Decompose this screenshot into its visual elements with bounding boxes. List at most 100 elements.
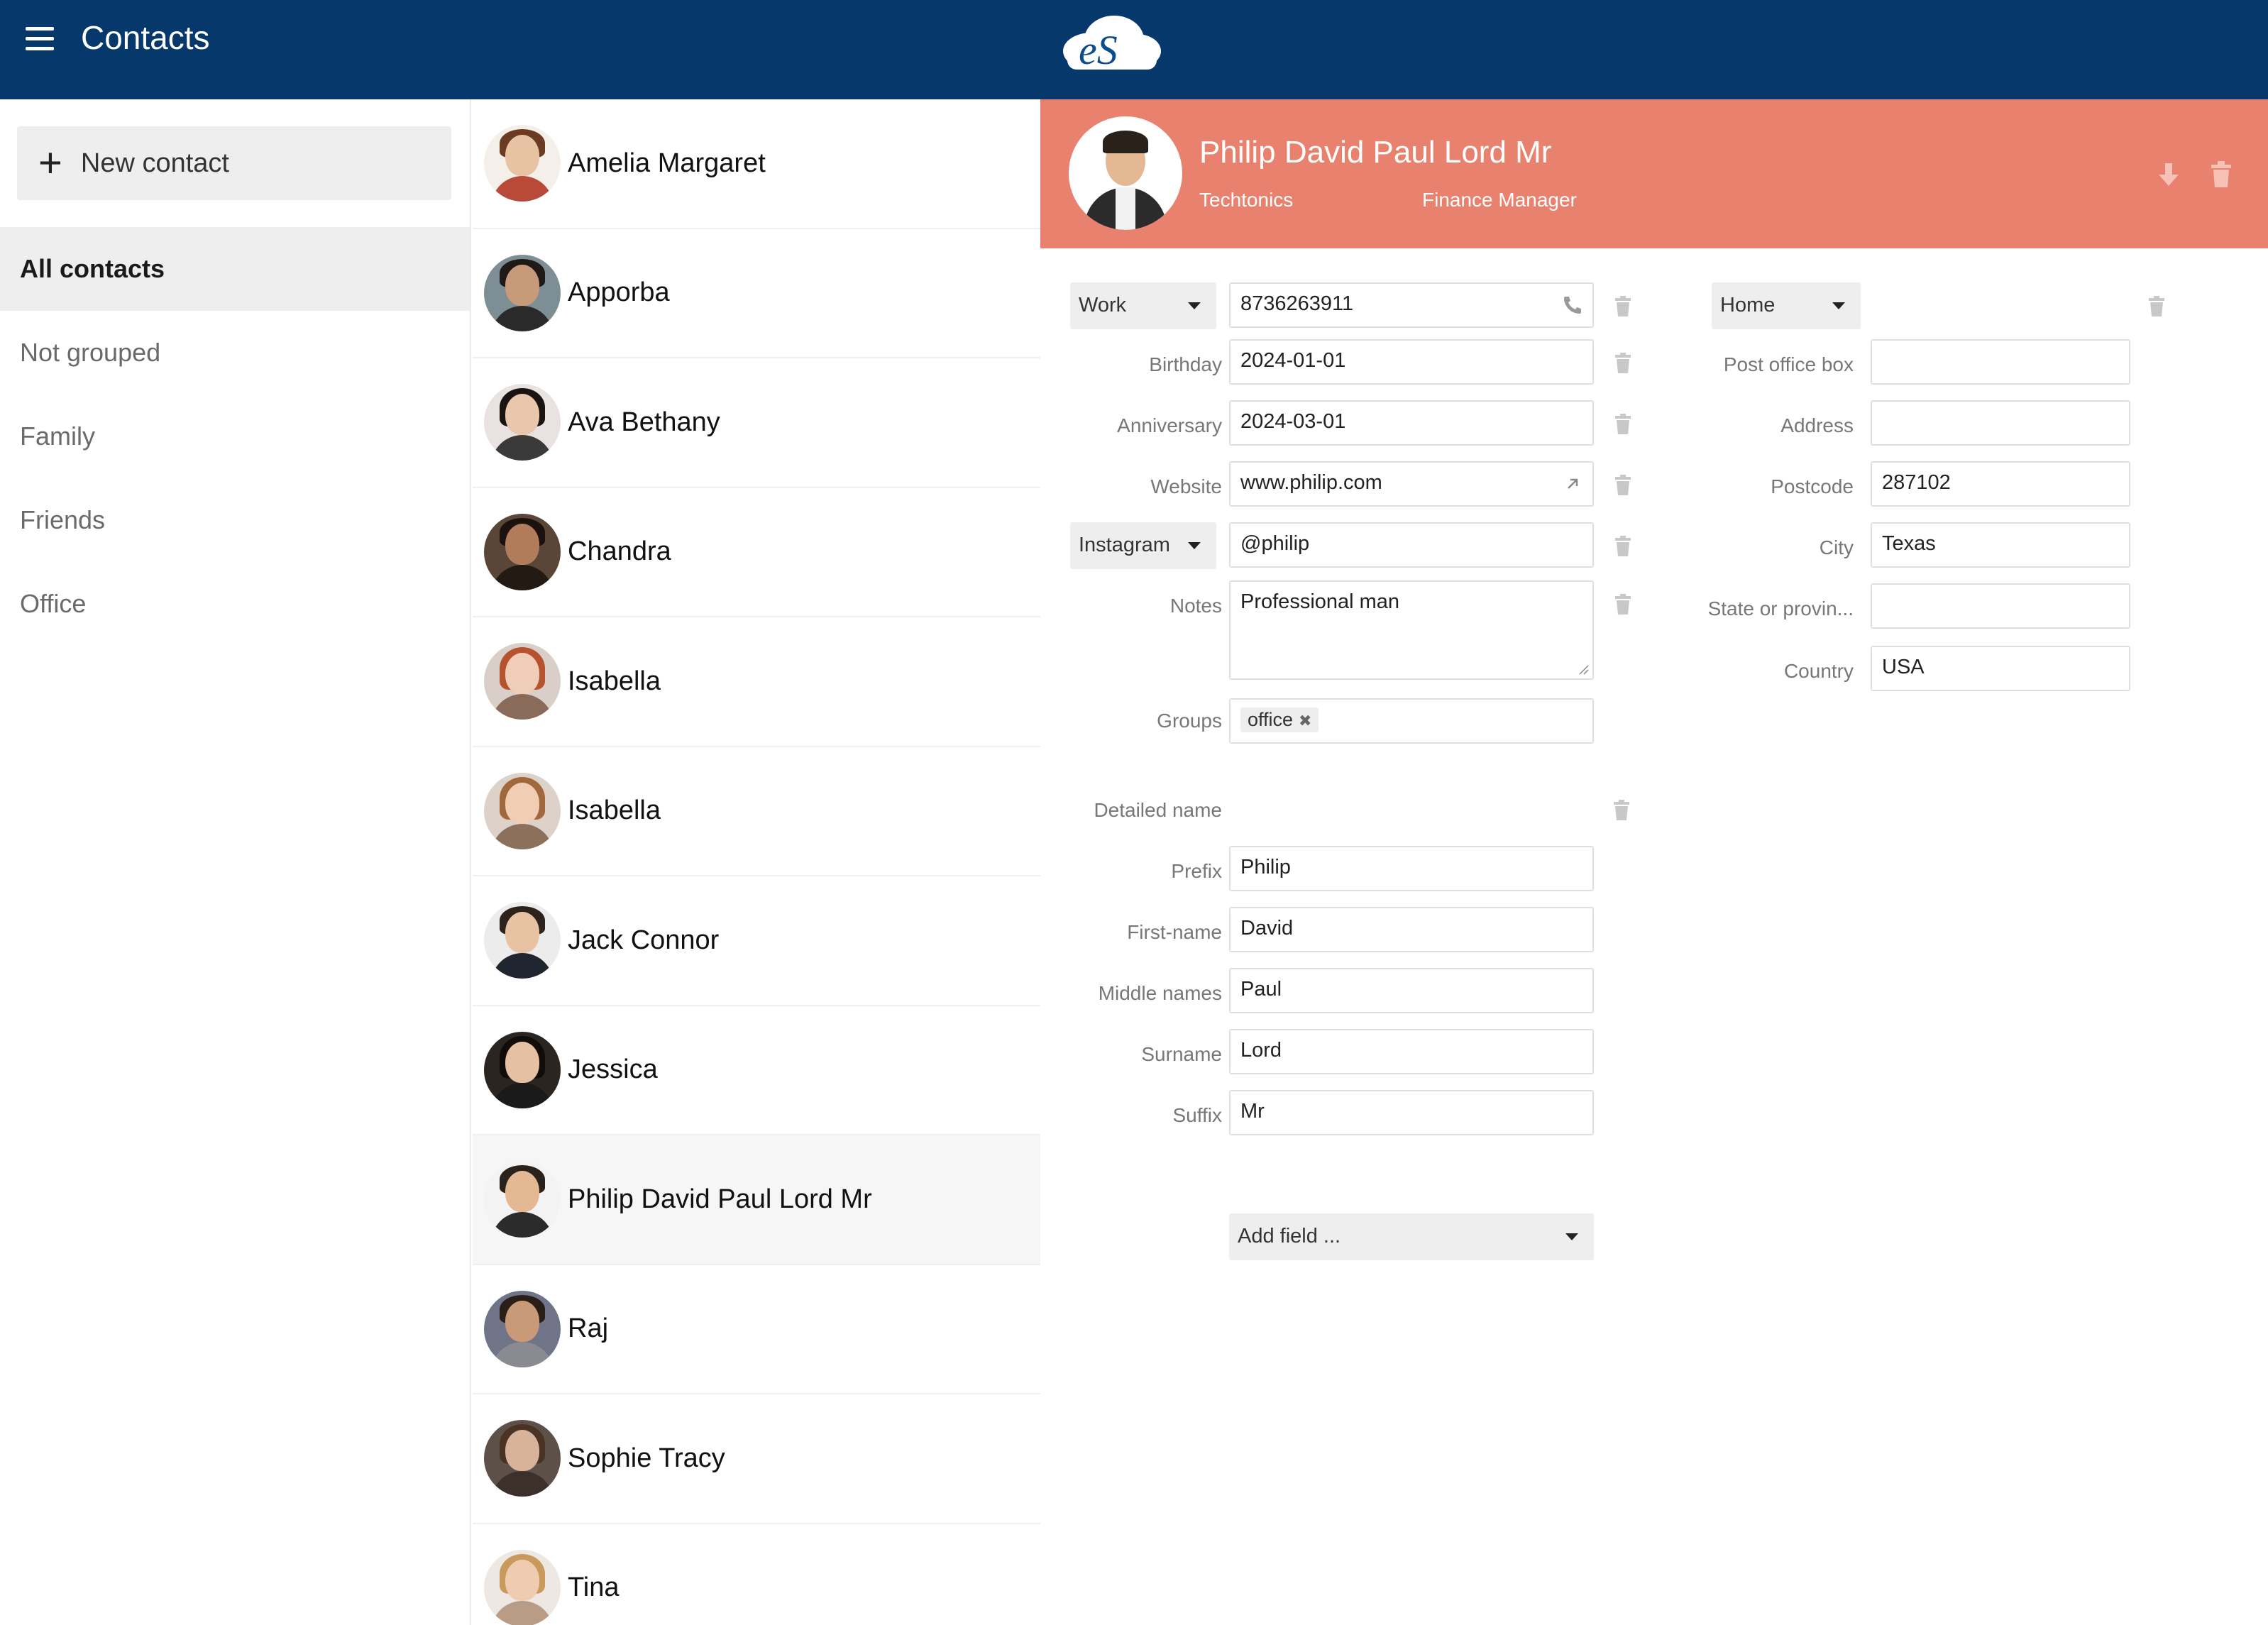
plus-icon: + xyxy=(38,140,62,186)
resize-handle-icon[interactable] xyxy=(1577,663,1590,676)
trash-icon[interactable] xyxy=(1614,352,1632,375)
city-value: Texas xyxy=(1882,532,1936,555)
contact-item[interactable]: Chandra xyxy=(473,488,1040,617)
contact-company[interactable]: Techtonics xyxy=(1199,189,1293,211)
trash-icon[interactable] xyxy=(1612,799,1631,822)
contact-name: Jessica xyxy=(568,1054,658,1085)
social-value: @philip xyxy=(1240,532,1310,555)
group-office[interactable]: Office xyxy=(0,562,470,646)
avatar xyxy=(484,643,561,720)
surname-value: Lord xyxy=(1240,1039,1282,1062)
app-logo: eS xyxy=(1063,16,1161,73)
notes-label: Notes xyxy=(1169,595,1222,617)
contact-name: Apporba xyxy=(568,277,670,308)
social-field[interactable]: @philip xyxy=(1229,522,1594,568)
website-field[interactable]: www.philip.com xyxy=(1229,461,1594,507)
city-field[interactable]: Texas xyxy=(1871,522,2130,568)
contact-item[interactable]: Tina xyxy=(473,1524,1040,1625)
social-type-value: Instagram xyxy=(1079,534,1170,556)
trash-icon[interactable] xyxy=(1614,593,1632,616)
birthday-field[interactable]: 2024-01-01 xyxy=(1229,339,1594,385)
contact-name: Ava Bethany xyxy=(568,407,720,437)
avatar xyxy=(484,1420,561,1497)
website-value: www.philip.com xyxy=(1240,471,1382,494)
firstname-field[interactable]: David xyxy=(1229,907,1594,952)
group-chip-label: office xyxy=(1248,709,1294,730)
contact-item[interactable]: Jessica xyxy=(473,1006,1040,1135)
social-type-select[interactable]: Instagram xyxy=(1070,522,1216,569)
trash-icon[interactable] xyxy=(1614,413,1632,436)
prefix-label: Prefix xyxy=(1171,860,1222,882)
middle-names-field[interactable]: Paul xyxy=(1229,968,1594,1013)
trash-icon[interactable] xyxy=(1614,295,1632,318)
groups-label: Groups xyxy=(1157,710,1222,732)
suffix-label: Suffix xyxy=(1172,1104,1222,1126)
caret-down-icon xyxy=(1188,302,1201,309)
postcode-value: 287102 xyxy=(1882,471,1951,494)
state-field[interactable] xyxy=(1871,583,2130,629)
avatar xyxy=(484,513,561,590)
group-all-contacts[interactable]: All contacts xyxy=(0,227,470,311)
download-icon[interactable] xyxy=(2154,159,2183,190)
caret-down-icon xyxy=(1565,1233,1578,1240)
postcode-field[interactable]: 287102 xyxy=(1871,461,2130,507)
add-field-select[interactable]: Add field ... xyxy=(1229,1213,1594,1260)
middle-names-label: Middle names xyxy=(1098,982,1222,1004)
contact-list: Amelia Margaret Apporba Ava Bethany Chan… xyxy=(473,99,1040,1625)
contact-item[interactable]: Jack Connor xyxy=(473,876,1040,1006)
pobox-field[interactable] xyxy=(1871,339,2130,385)
contact-photo[interactable] xyxy=(1069,116,1182,230)
new-contact-button[interactable]: + New contact xyxy=(17,126,451,200)
avatar xyxy=(484,1031,561,1108)
address-type-value: Home xyxy=(1720,294,1776,316)
avatar xyxy=(484,1161,561,1238)
contact-item[interactable]: Ava Bethany xyxy=(473,358,1040,488)
contact-item[interactable]: Isabella xyxy=(473,747,1040,876)
trash-icon[interactable] xyxy=(1614,535,1632,558)
phone-field[interactable]: 8736263911 xyxy=(1229,282,1594,328)
group-list: All contacts Not grouped Family Friends … xyxy=(0,227,470,646)
prefix-field[interactable]: Philip xyxy=(1229,846,1594,891)
suffix-field[interactable]: Mr xyxy=(1229,1090,1594,1135)
groups-field[interactable]: office ✖ xyxy=(1229,698,1594,744)
contact-item[interactable]: Raj xyxy=(473,1265,1040,1394)
contact-full-name[interactable]: Philip David Paul Lord Mr xyxy=(1199,135,1551,170)
detailed-name-label: Detailed name xyxy=(1094,799,1222,821)
contact-name: Isabella xyxy=(568,666,661,696)
phone-icon[interactable] xyxy=(1561,294,1584,316)
phone-value: 8736263911 xyxy=(1240,292,1354,315)
contact-item-selected[interactable]: Philip David Paul Lord Mr xyxy=(473,1135,1040,1265)
menu-icon[interactable] xyxy=(26,27,54,51)
phone-type-select[interactable]: Work xyxy=(1070,282,1216,329)
middle-names-value: Paul xyxy=(1240,978,1282,1001)
notes-field[interactable]: Professional man xyxy=(1229,580,1594,680)
website-label: Website xyxy=(1150,475,1222,497)
caret-down-icon xyxy=(1188,542,1201,549)
group-chip[interactable]: office ✖ xyxy=(1240,707,1319,732)
address-label: Address xyxy=(1780,414,1854,436)
address-type-select[interactable]: Home xyxy=(1712,282,1861,329)
trash-icon[interactable] xyxy=(1614,474,1632,497)
contact-name: Isabella xyxy=(568,795,661,826)
group-family[interactable]: Family xyxy=(0,395,470,478)
avatar xyxy=(484,902,561,979)
group-friends[interactable]: Friends xyxy=(0,478,470,562)
country-value: USA xyxy=(1882,656,1925,678)
contact-job-title[interactable]: Finance Manager xyxy=(1422,189,1577,211)
contact-item[interactable]: Isabella xyxy=(473,617,1040,747)
remove-chip-icon[interactable]: ✖ xyxy=(1299,712,1311,729)
contact-item[interactable]: Amelia Margaret xyxy=(473,99,1040,229)
birthday-label: Birthday xyxy=(1149,353,1222,375)
anniversary-field[interactable]: 2024-03-01 xyxy=(1229,400,1594,446)
delete-contact-icon[interactable] xyxy=(2207,159,2235,190)
trash-icon[interactable] xyxy=(2147,295,2166,318)
contact-name: Tina xyxy=(568,1572,620,1603)
birthday-value: 2024-01-01 xyxy=(1240,349,1346,372)
surname-field[interactable]: Lord xyxy=(1229,1029,1594,1074)
group-not-grouped[interactable]: Not grouped xyxy=(0,311,470,395)
contact-item[interactable]: Apporba xyxy=(473,229,1040,358)
address-field[interactable] xyxy=(1871,400,2130,446)
country-field[interactable]: USA xyxy=(1871,646,2130,691)
contact-item[interactable]: Sophie Tracy xyxy=(473,1394,1040,1524)
external-link-icon[interactable] xyxy=(1561,473,1584,495)
